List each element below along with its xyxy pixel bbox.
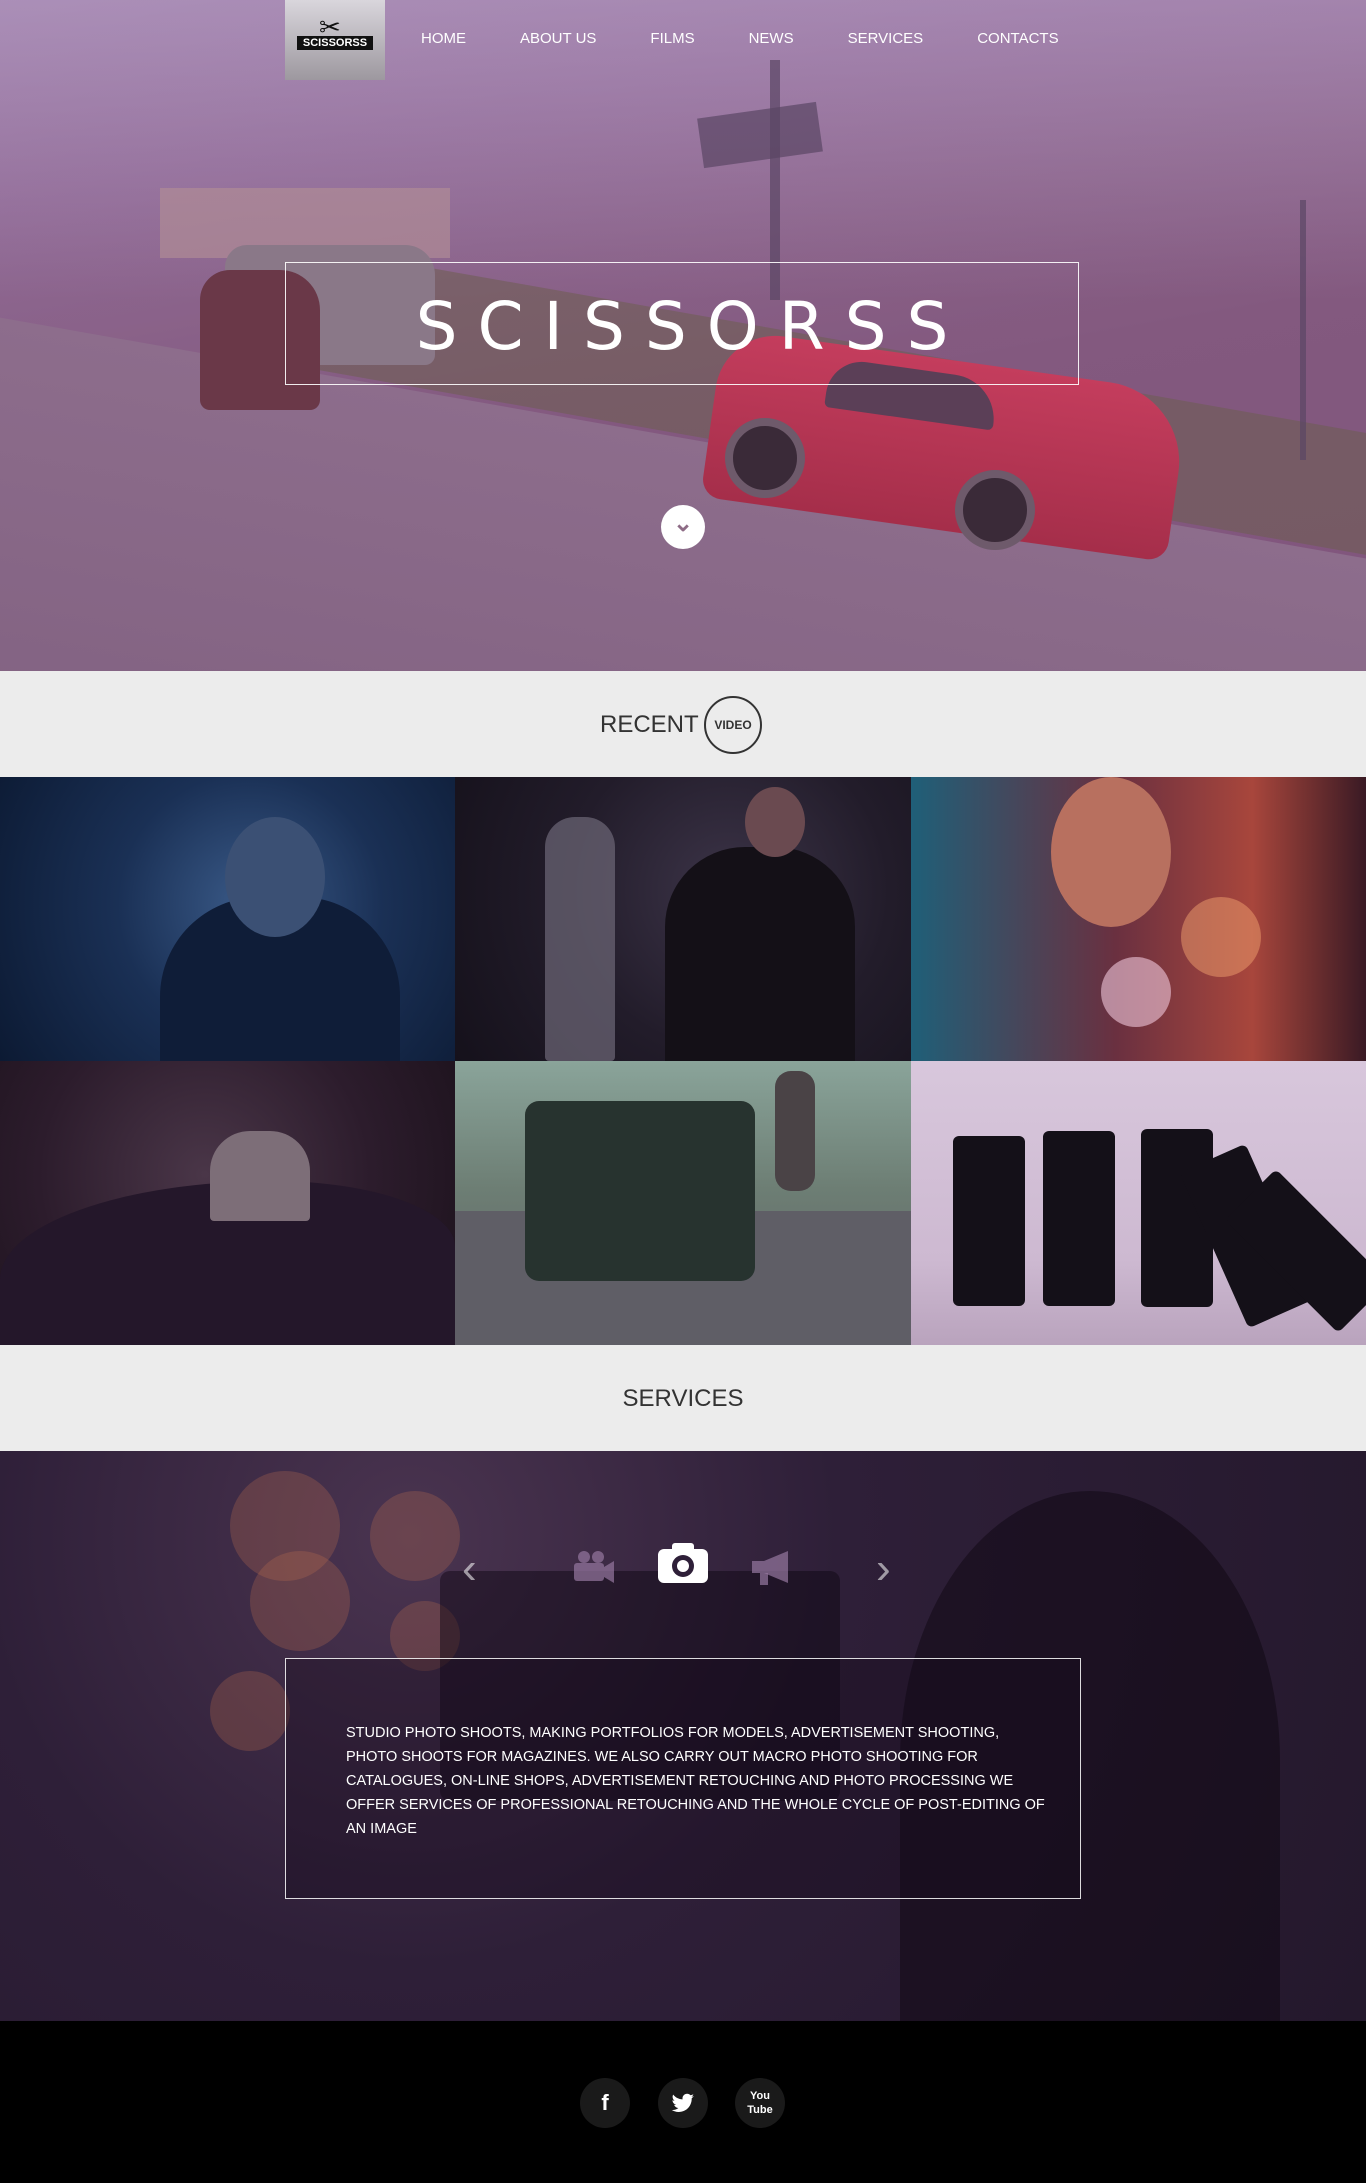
chevron-down-icon: ⌄ xyxy=(672,510,694,537)
chevron-right-icon[interactable]: › xyxy=(876,1547,891,1591)
thumbnail-jeep xyxy=(525,1101,755,1281)
facebook-icon[interactable]: f xyxy=(580,2078,630,2128)
chevron-left-icon[interactable]: ‹ xyxy=(462,1547,477,1591)
scroll-down-button[interactable]: ⌄ xyxy=(661,505,705,549)
nav-about-us[interactable]: ABOUT US xyxy=(520,30,596,47)
thumbnail-temple xyxy=(210,1131,310,1221)
thumbnail-bokeh xyxy=(1181,897,1261,977)
service-description: STUDIO PHOTO SHOOTS, MAKING PORTFOLIOS F… xyxy=(346,1725,1045,1837)
hero-title: SCISSORSS xyxy=(415,288,969,365)
video-thumbnail-3[interactable] xyxy=(911,777,1366,1061)
services-title: SERVICES xyxy=(622,1385,744,1412)
thumbnail-domino xyxy=(1043,1131,1115,1306)
megaphone-icon[interactable] xyxy=(748,1549,796,1594)
background-bokeh xyxy=(210,1671,290,1751)
video-grid xyxy=(0,777,1366,1345)
thumbnail-person xyxy=(775,1071,815,1191)
services-header: SERVICES xyxy=(0,1345,1366,1451)
nav-films[interactable]: FILMS xyxy=(650,30,694,47)
hero-car-wheel xyxy=(725,418,805,498)
nav-home[interactable]: HOME xyxy=(421,30,466,47)
thumbnail-statue xyxy=(545,817,615,1061)
video-badge: VIDEO xyxy=(704,696,762,754)
video-thumbnail-6[interactable] xyxy=(911,1061,1366,1345)
service-description-box: STUDIO PHOTO SHOOTS, MAKING PORTFOLIOS F… xyxy=(285,1658,1081,1899)
twitter-icon[interactable] xyxy=(658,2078,708,2128)
recent-label: RECENT xyxy=(600,711,699,738)
thumbnail-face xyxy=(745,787,805,857)
hero-section: ✂ SCISSORSS HOME ABOUT US FILMS NEWS SER… xyxy=(0,0,1366,671)
services-section: ‹ › STUDIO PHOTO SHOOTS, MAKING PORTFOLI… xyxy=(0,1451,1366,2021)
thumbnail-face xyxy=(1051,777,1171,927)
thumbnail-face xyxy=(225,817,325,937)
thumbnail-bokeh xyxy=(1101,957,1171,1027)
logo-text: SCISSORSS xyxy=(297,36,373,50)
video-thumbnail-2[interactable] xyxy=(455,777,911,1061)
video-thumbnail-4[interactable] xyxy=(0,1061,455,1345)
video-thumbnail-5[interactable] xyxy=(455,1061,911,1345)
video-thumbnail-1[interactable] xyxy=(0,777,455,1061)
hero-car-wheel xyxy=(955,470,1035,550)
thumbnail-domino xyxy=(953,1136,1025,1306)
footer: f You Tube xyxy=(0,2021,1366,2183)
top-navigation: ✂ SCISSORSS HOME ABOUT US FILMS NEWS SER… xyxy=(285,0,1085,80)
photo-camera-icon[interactable] xyxy=(656,1541,710,1585)
youtube-label-top: You xyxy=(750,2090,770,2102)
thumbnail-figure xyxy=(665,847,855,1061)
video-camera-icon[interactable] xyxy=(572,1549,616,1592)
hero-title-frame: SCISSORSS xyxy=(285,262,1079,385)
youtube-icon[interactable]: You Tube xyxy=(735,2078,785,2128)
main-menu: HOME ABOUT US FILMS NEWS SERVICES CONTAC… xyxy=(421,30,1113,47)
nav-news[interactable]: NEWS xyxy=(749,30,794,47)
hero-pole xyxy=(1300,200,1306,460)
recent-video-header: RECENT VIDEO xyxy=(0,671,1366,777)
services-icon-carousel: ‹ › xyxy=(0,1541,1366,1601)
site-logo[interactable]: ✂ SCISSORSS xyxy=(285,0,385,80)
youtube-label-bottom: Tube xyxy=(747,2104,773,2116)
nav-contacts[interactable]: CONTACTS xyxy=(977,30,1058,47)
nav-services[interactable]: SERVICES xyxy=(848,30,924,47)
